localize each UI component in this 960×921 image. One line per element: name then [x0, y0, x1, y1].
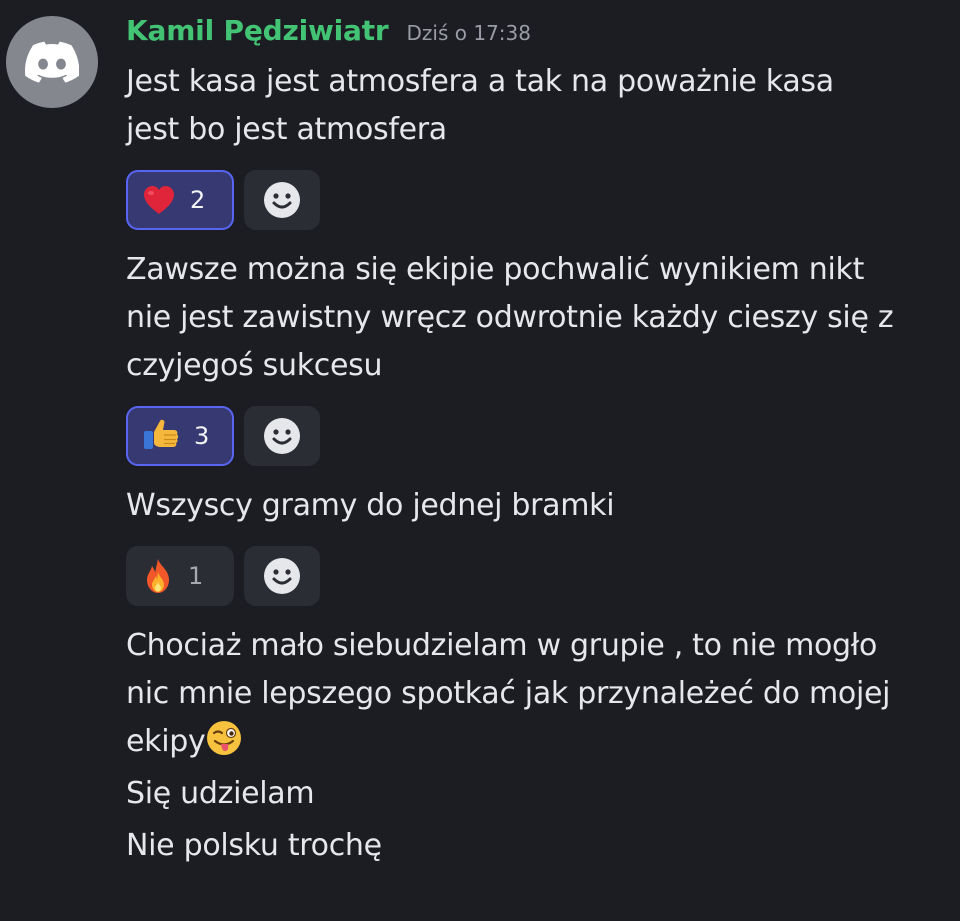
discord-logo-icon: [25, 41, 79, 83]
fire-emoji-icon: [142, 558, 174, 594]
add-reaction-button[interactable]: [244, 406, 320, 466]
thumbs-up-emoji-icon: [142, 418, 180, 454]
reaction-thumbs-up[interactable]: 3: [126, 406, 234, 466]
reactions-bar: 1: [126, 544, 946, 608]
smiley-add-reaction-icon: [264, 182, 300, 218]
message-text: Jest kasa jest atmosfera a tak na poważn…: [126, 64, 834, 147]
message-text: Zawsze można się ekipie pochwalić wyniki…: [126, 252, 894, 383]
reaction-count: 1: [188, 562, 204, 590]
reaction-count: 2: [190, 186, 206, 214]
reaction-heart[interactable]: 2: [126, 170, 234, 230]
message-group: Kamil Pędziwiatr Dziś o 17:38 Jest kasa …: [126, 14, 946, 870]
avatar[interactable]: [6, 16, 98, 108]
reactions-bar: 3: [126, 404, 946, 468]
username[interactable]: Kamil Pędziwiatr: [126, 14, 389, 47]
reactions-bar: 2: [126, 168, 946, 232]
add-reaction-button[interactable]: [244, 546, 320, 606]
add-reaction-button[interactable]: [244, 170, 320, 230]
message-header: Kamil Pędziwiatr Dziś o 17:38: [126, 14, 946, 58]
winking-tongue-emoji-icon: [205, 719, 243, 757]
message-text: Się udzielam: [126, 776, 315, 811]
heart-emoji-icon: [142, 185, 176, 215]
smiley-add-reaction-icon: [264, 418, 300, 454]
smiley-add-reaction-icon: [264, 558, 300, 594]
timestamp[interactable]: Dziś o 17:38: [407, 21, 531, 45]
message-text: Chociaż mało siebudzielam w grupie , to …: [126, 622, 946, 766]
reaction-count: 3: [194, 422, 210, 450]
reaction-fire[interactable]: 1: [126, 546, 234, 606]
message-text: Wszyscy gramy do jednej bramki: [126, 488, 615, 523]
message-text: Nie polsku trochę: [126, 828, 382, 863]
